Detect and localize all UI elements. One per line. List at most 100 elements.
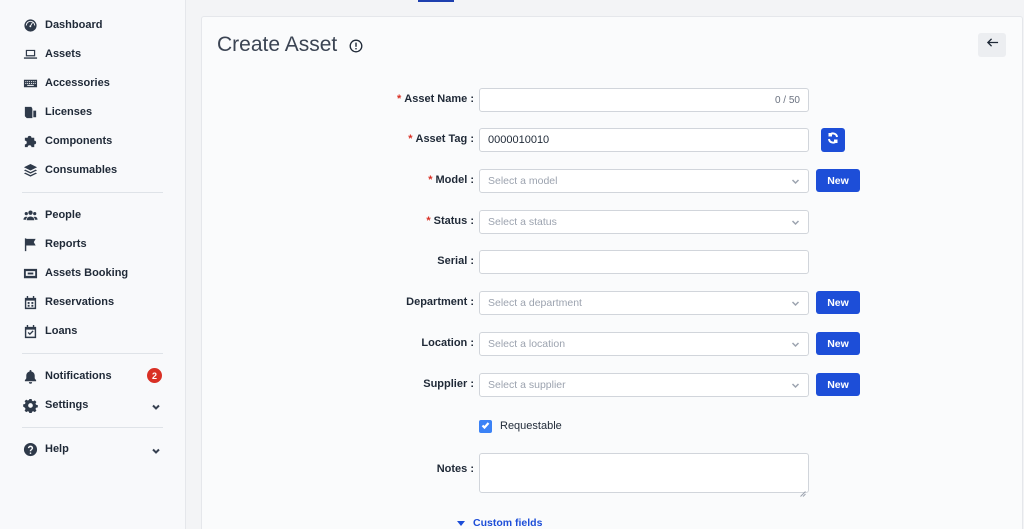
asset-tag-input[interactable]: 0000010010: [479, 128, 809, 152]
sidebar-divider: [22, 427, 163, 428]
asset-tag-row: * Asset Tag : 0000010010: [202, 128, 1024, 152]
serial-input[interactable]: [479, 250, 809, 274]
flag-icon: [22, 236, 38, 252]
gear-icon: [22, 397, 38, 413]
sidebar-item-label: Reservations: [45, 296, 115, 308]
status-select[interactable]: Select a status: [479, 210, 809, 234]
sidebar-divider: [22, 353, 163, 354]
location-label: Location :: [421, 337, 474, 349]
calendar-check-icon: [22, 323, 38, 339]
new-location-button[interactable]: New: [816, 332, 860, 355]
layers-icon: [22, 162, 38, 178]
asset-name-counter: 0 / 50: [774, 95, 800, 106]
status-label: * Status :: [426, 215, 474, 227]
chevron-down-icon: [791, 177, 800, 186]
calendar-icon: [22, 294, 38, 310]
sidebar-item-label: Consumables: [45, 164, 118, 176]
sidebar: Dashboard Assets Accessories Licenses Co…: [0, 0, 186, 529]
asset-name-row: * Asset Name : 0 / 50: [202, 88, 1024, 112]
chevron-down-icon: [791, 381, 800, 390]
chevron-down-icon: [151, 399, 161, 410]
sidebar-item-reservations[interactable]: Reservations: [22, 292, 164, 312]
info-icon[interactable]: [349, 39, 363, 53]
new-supplier-button[interactable]: New: [816, 373, 860, 396]
custom-fields-toggle[interactable]: Custom fields: [457, 517, 542, 529]
create-asset-card: Create Asset * Asset Name : 0 / 50 * Asset…: [201, 16, 1023, 529]
chevron-down-icon: [791, 299, 800, 308]
serial-label: Serial :: [437, 255, 474, 267]
sidebar-item-reports[interactable]: Reports: [22, 234, 164, 254]
asset-name-label: * Asset Name :: [397, 93, 474, 105]
arrow-left-icon: [986, 36, 999, 54]
notification-count-badge: 2: [147, 368, 162, 383]
sidebar-item-label: Assets: [45, 48, 82, 60]
keyboard-icon: [22, 75, 38, 91]
sidebar-item-consumables[interactable]: Consumables: [22, 160, 164, 180]
sidebar-item-loans[interactable]: Loans: [22, 321, 164, 341]
sidebar-item-label: Notifications: [45, 370, 112, 382]
puzzle-icon: [22, 133, 38, 149]
location-select[interactable]: Select a location: [479, 332, 809, 356]
bell-icon: [22, 368, 38, 384]
sidebar-item-label: Help: [45, 443, 69, 455]
status-row: * Status : Select a status: [202, 210, 1024, 234]
sidebar-item-label: Dashboard: [45, 19, 103, 31]
page-title: Create Asset: [217, 33, 338, 56]
sidebar-item-label: Accessories: [45, 77, 110, 89]
serial-row: Serial :: [202, 250, 1024, 274]
back-button[interactable]: [978, 33, 1006, 57]
requestable-label[interactable]: Requestable: [500, 420, 562, 432]
sidebar-item-label: Components: [45, 135, 113, 147]
model-row: * Model : Select a model New: [202, 169, 1024, 193]
sidebar-item-components[interactable]: Components: [22, 131, 164, 151]
regenerate-tag-button[interactable]: [821, 128, 845, 152]
asset-name-input[interactable]: 0 / 50: [479, 88, 809, 112]
sidebar-item-accessories[interactable]: Accessories: [22, 73, 164, 93]
people-icon: [22, 207, 38, 223]
sidebar-item-dashboard[interactable]: Dashboard: [22, 15, 164, 35]
sidebar-item-label: Reports: [45, 238, 87, 250]
requestable-row: Requestable: [479, 418, 562, 434]
sidebar-item-help[interactable]: Help: [22, 439, 164, 459]
sidebar-item-label: Loans: [45, 325, 78, 337]
new-model-button[interactable]: New: [816, 169, 860, 192]
sidebar-item-label: Settings: [45, 399, 89, 411]
department-select[interactable]: Select a department: [479, 291, 809, 315]
dashboard-icon: [22, 17, 38, 33]
check-icon: [481, 417, 490, 435]
booking-icon: [22, 265, 38, 281]
supplier-label: Supplier :: [423, 378, 474, 390]
chevron-down-icon: [791, 340, 800, 349]
help-icon: [22, 441, 38, 457]
sidebar-item-licenses[interactable]: Licenses: [22, 102, 164, 122]
caret-down-icon: [457, 520, 465, 526]
notes-textarea[interactable]: [479, 453, 809, 497]
sidebar-item-label: People: [45, 209, 82, 221]
location-row: Location : Select a location New: [202, 332, 1024, 356]
sidebar-item-assets[interactable]: Assets: [22, 44, 164, 64]
department-label: Department :: [406, 296, 474, 308]
sidebar-divider: [22, 192, 163, 193]
sidebar-item-notifications[interactable]: Notifications 2: [22, 366, 164, 386]
laptop-icon: [22, 46, 38, 62]
sidebar-item-people[interactable]: People: [22, 205, 164, 225]
new-department-button[interactable]: New: [816, 291, 860, 314]
requestable-checkbox[interactable]: [479, 417, 492, 435]
model-select[interactable]: Select a model: [479, 169, 809, 193]
department-row: Department : Select a department New: [202, 291, 1024, 315]
sidebar-item-settings[interactable]: Settings: [22, 395, 164, 415]
top-accent-bar: [418, 0, 454, 2]
sidebar-item-assets-booking[interactable]: Assets Booking: [22, 263, 164, 283]
resize-handle-icon[interactable]: [800, 484, 806, 497]
sidebar-item-label: Assets Booking: [45, 267, 129, 279]
asset-tag-label: * Asset Tag :: [408, 133, 474, 145]
supplier-row: Supplier : Select a supplier New: [202, 373, 1024, 397]
model-label: * Model :: [428, 174, 474, 186]
sidebar-item-label: Licenses: [45, 106, 93, 118]
license-icon: [22, 104, 38, 120]
chevron-down-icon: [791, 218, 800, 227]
supplier-select[interactable]: Select a supplier: [479, 373, 809, 397]
custom-fields-label: Custom fields: [473, 517, 543, 529]
chevron-down-icon: [151, 443, 161, 454]
notes-label: Notes :: [436, 463, 474, 475]
